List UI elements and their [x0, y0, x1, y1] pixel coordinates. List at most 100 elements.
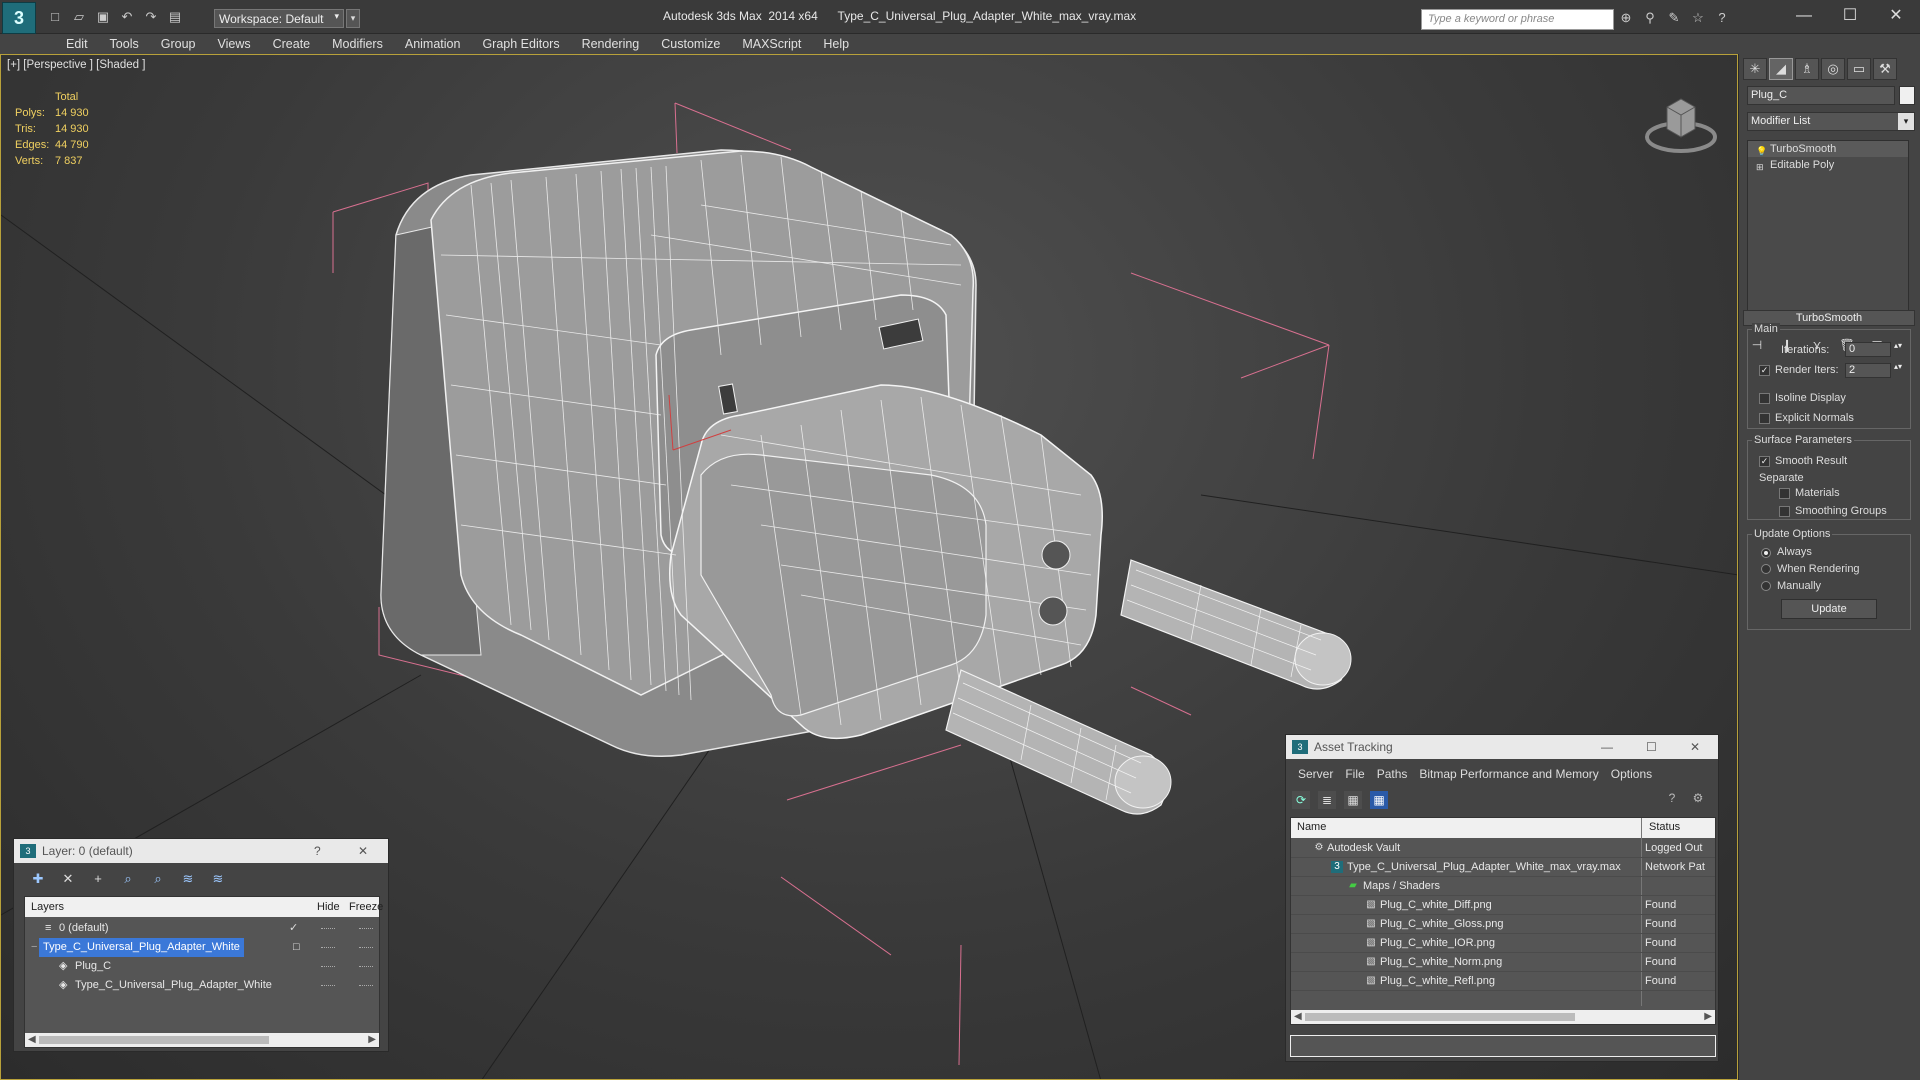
- asset-row[interactable]: ▧ Plug_C_white_IOR.png Found: [1291, 934, 1715, 953]
- col-layers[interactable]: Layers: [31, 901, 64, 913]
- scroll-thumb[interactable]: [1305, 1013, 1575, 1021]
- layer-row[interactable]: ◈ Type_C_Universal_Plug_Adapter_White: [25, 976, 379, 995]
- asset-row[interactable]: ▧ Plug_C_white_Norm.png Found: [1291, 953, 1715, 972]
- app-menu-button[interactable]: 3: [2, 2, 36, 34]
- object-name-field[interactable]: Plug_C: [1747, 86, 1895, 105]
- asset-row[interactable]: ▧ Plug_C_white_Refl.png Found: [1291, 972, 1715, 991]
- new-file-icon[interactable]: □: [46, 8, 64, 26]
- menu-edit[interactable]: Edit: [55, 34, 99, 54]
- menu-tools[interactable]: Tools: [99, 34, 150, 54]
- refresh-icon[interactable]: ⟳: [1292, 791, 1310, 809]
- utilities-tab-icon[interactable]: ⚒: [1873, 58, 1897, 80]
- scroll-right-icon[interactable]: ▶: [368, 1033, 376, 1047]
- scroll-thumb[interactable]: [39, 1036, 269, 1044]
- list-view-icon[interactable]: ≣: [1318, 791, 1336, 809]
- update-when-rendering-radio[interactable]: [1761, 564, 1771, 574]
- layer-row[interactable]: ≡ 0 (default) ✓: [25, 919, 379, 938]
- save-icon[interactable]: ▣: [94, 8, 112, 26]
- scroll-left-icon[interactable]: ◀: [1294, 1010, 1302, 1024]
- isoline-display-checkbox[interactable]: [1759, 393, 1770, 404]
- delete-layer-icon[interactable]: ✕: [60, 871, 76, 887]
- col-status[interactable]: Status: [1649, 821, 1680, 833]
- menu-views[interactable]: Views: [206, 34, 261, 54]
- freeze-toggle[interactable]: [359, 928, 373, 929]
- asset-row[interactable]: ▧ Plug_C_white_Diff.png Found: [1291, 896, 1715, 915]
- help-icon[interactable]: ?: [1664, 791, 1680, 809]
- menu-customize[interactable]: Customize: [650, 34, 731, 54]
- modify-tab-icon[interactable]: ◢: [1769, 58, 1793, 80]
- search-input[interactable]: Type a keyword or phrase: [1421, 9, 1614, 30]
- asset-row[interactable]: 3 Type_C_Universal_Plug_Adapter_White_ma…: [1291, 858, 1715, 877]
- settings-icon[interactable]: ⚙: [1690, 791, 1706, 809]
- iterations-spinner[interactable]: 0: [1845, 342, 1902, 357]
- stack-item-turbosmooth[interactable]: 💡 TurboSmooth: [1748, 141, 1908, 157]
- asset-row[interactable]: ▰ Maps / Shaders: [1291, 877, 1715, 896]
- close-icon[interactable]: ✕: [1690, 735, 1700, 759]
- menu-options[interactable]: Options: [1605, 765, 1658, 783]
- layer-dialog-titlebar[interactable]: 3 Layer: 0 (default) ? ✕: [14, 839, 388, 863]
- freeze-all-layers-icon[interactable]: ≋: [210, 871, 226, 887]
- modifier-list-dropdown[interactable]: Modifier List ▾: [1747, 112, 1915, 131]
- add-to-layer-icon[interactable]: +: [90, 871, 106, 887]
- lightbulb-icon[interactable]: 💡: [1756, 143, 1767, 156]
- layer-row[interactable]: ◈ Plug_C: [25, 957, 379, 976]
- menu-help[interactable]: Help: [812, 34, 860, 54]
- separate-materials-checkbox[interactable]: [1779, 488, 1790, 499]
- menu-paths[interactable]: Paths: [1371, 765, 1414, 783]
- menu-rendering[interactable]: Rendering: [571, 34, 651, 54]
- smooth-result-checkbox[interactable]: ✓: [1759, 456, 1770, 467]
- horizontal-scrollbar[interactable]: ◀ ▶: [25, 1033, 379, 1047]
- hide-toggle[interactable]: [321, 947, 335, 948]
- menu-server[interactable]: Server: [1292, 765, 1339, 783]
- layer-row[interactable]: − Type_C_Universal_Plug_Adapter_White □: [25, 938, 379, 957]
- freeze-toggle[interactable]: [359, 966, 373, 967]
- maximize-button[interactable]: ☐: [1827, 2, 1873, 30]
- scroll-left-icon[interactable]: ◀: [28, 1033, 36, 1047]
- menu-group[interactable]: Group: [150, 34, 207, 54]
- redo-icon[interactable]: ↷: [142, 8, 160, 26]
- hierarchy-tab-icon[interactable]: ♗: [1795, 58, 1819, 80]
- create-layer-icon[interactable]: ✚: [30, 871, 46, 887]
- menu-file[interactable]: File: [1339, 765, 1370, 783]
- menu-graph-editors[interactable]: Graph Editors: [471, 34, 570, 54]
- active-layer-check-icon[interactable]: ✓: [289, 919, 298, 938]
- col-hide[interactable]: Hide: [317, 901, 340, 913]
- minimize-button[interactable]: —: [1781, 2, 1827, 30]
- freeze-toggle[interactable]: [359, 985, 373, 986]
- update-manually-radio[interactable]: [1761, 581, 1771, 591]
- hide-toggle[interactable]: [321, 985, 335, 986]
- workspace-expand-button[interactable]: ▾: [346, 9, 360, 28]
- help-icon[interactable]: ?: [1714, 9, 1730, 27]
- binoculars-icon[interactable]: ⊕: [1618, 9, 1634, 27]
- stack-item-editable-poly[interactable]: ⊞ Editable Poly: [1748, 157, 1908, 173]
- table-view-icon[interactable]: ▦: [1370, 791, 1388, 809]
- subscription-icon[interactable]: ⚲: [1642, 9, 1658, 27]
- highlight-layer-icon[interactable]: ⌕: [150, 871, 166, 887]
- asset-dialog-titlebar[interactable]: 3 Asset Tracking — ☐ ✕: [1286, 735, 1718, 759]
- render-iters-checkbox[interactable]: ✓: [1759, 365, 1770, 376]
- select-objects-icon[interactable]: ⌕: [120, 871, 136, 887]
- open-file-icon[interactable]: ▱: [70, 8, 88, 26]
- minimize-icon[interactable]: —: [1601, 735, 1613, 759]
- hide-toggle[interactable]: [321, 966, 335, 967]
- horizontal-scrollbar[interactable]: ◀ ▶: [1291, 1010, 1715, 1024]
- menu-maxscript[interactable]: MAXScript: [731, 34, 812, 54]
- render-iters-spinner[interactable]: 2: [1845, 363, 1902, 378]
- thumbnail-view-icon[interactable]: ▦: [1344, 791, 1362, 809]
- undo-icon[interactable]: ↶: [118, 8, 136, 26]
- close-button[interactable]: ✕: [1873, 2, 1919, 30]
- viewcube-icon[interactable]: [1641, 85, 1721, 165]
- col-name[interactable]: Name: [1297, 821, 1326, 833]
- menu-animation[interactable]: Animation: [394, 34, 472, 54]
- favorites-star-icon[interactable]: ☆: [1690, 9, 1706, 27]
- freeze-toggle[interactable]: [359, 947, 373, 948]
- asset-row[interactable]: ▧ Plug_C_white_Gloss.png Found: [1291, 915, 1715, 934]
- help-icon[interactable]: ?: [314, 839, 321, 863]
- create-tab-icon[interactable]: ✳: [1743, 58, 1767, 80]
- object-color-swatch[interactable]: [1899, 86, 1915, 105]
- explicit-normals-checkbox[interactable]: [1759, 413, 1770, 424]
- menu-bitmap-performance[interactable]: Bitmap Performance and Memory: [1413, 765, 1604, 783]
- col-freeze[interactable]: Freeze: [349, 901, 383, 913]
- communication-icon[interactable]: ✎: [1666, 9, 1682, 27]
- expand-icon[interactable]: ⊞: [1756, 159, 1764, 172]
